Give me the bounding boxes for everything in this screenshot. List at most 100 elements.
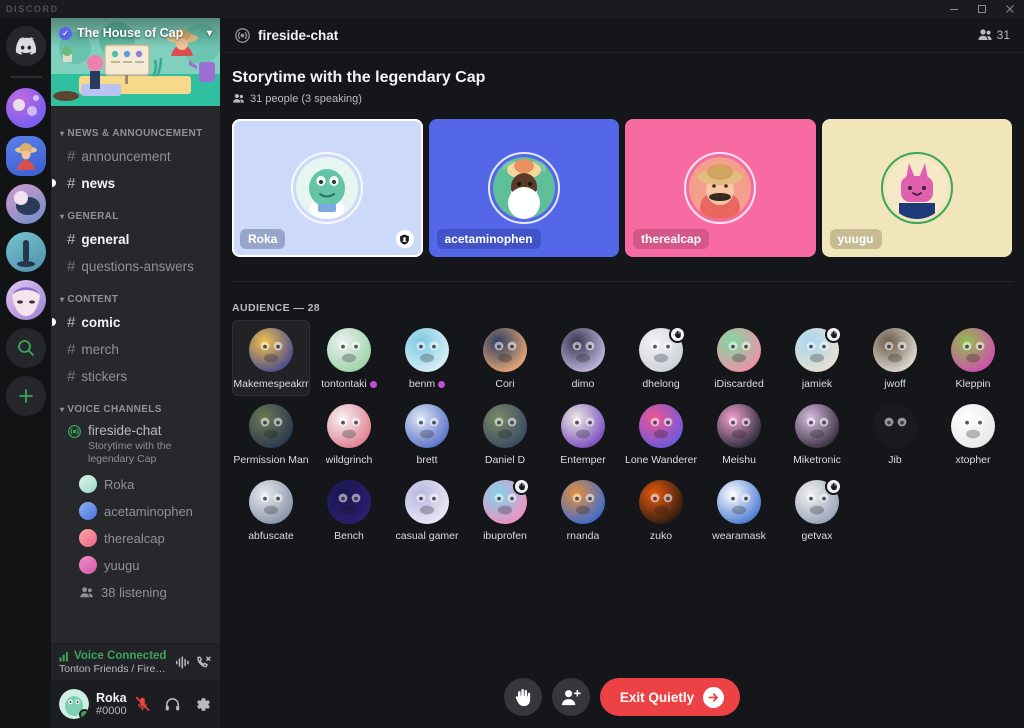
voice-participant-therealcap[interactable]: therealcap bbox=[73, 525, 212, 551]
user-panel: Roka #0000 bbox=[51, 680, 220, 728]
audience-member-benm[interactable]: benm bbox=[388, 320, 466, 396]
channel-announcement[interactable]: # announcement bbox=[59, 143, 212, 169]
noise-suppression-button[interactable] bbox=[173, 652, 190, 674]
arrow-right-icon bbox=[703, 686, 725, 708]
speaker-name: yuugu bbox=[829, 229, 882, 249]
audience-member-entemper[interactable]: Entemper bbox=[544, 396, 622, 472]
audience-member-getvax[interactable]: getvax bbox=[778, 472, 856, 548]
audience-member-miketronic[interactable]: Miketronic bbox=[778, 396, 856, 472]
audience-member-wildgrinch[interactable]: wildgrinch bbox=[310, 396, 388, 472]
stage-channel-icon bbox=[234, 27, 251, 44]
raise-hand-button[interactable] bbox=[503, 678, 542, 716]
audience-member-dimo[interactable]: dimo bbox=[544, 320, 622, 396]
audience-member-jib[interactable]: Jib bbox=[856, 396, 934, 472]
server-icon-5[interactable] bbox=[5, 280, 46, 320]
participant-name: therealcap bbox=[104, 530, 165, 546]
chevron-down-icon: ▾ bbox=[60, 295, 65, 304]
category-general[interactable]: ▾ GENERAL bbox=[51, 197, 220, 225]
speaking-ring bbox=[487, 152, 560, 224]
channel-questions-answers[interactable]: # questions-answers bbox=[59, 253, 212, 279]
channel-stickers[interactable]: # stickers bbox=[59, 363, 212, 389]
audience-member-jwoff[interactable]: jwoff bbox=[856, 320, 934, 396]
speaking-ring bbox=[684, 152, 757, 224]
minimize-button[interactable] bbox=[940, 0, 968, 18]
add-server-button[interactable] bbox=[5, 376, 46, 416]
server-banner[interactable]: ✓ The House of Cap ▾ bbox=[51, 18, 220, 106]
channel-news[interactable]: # news bbox=[52, 170, 212, 196]
maximize-button[interactable] bbox=[968, 0, 996, 18]
audience-member-label: benm bbox=[408, 378, 436, 390]
audience-member-abfuscate[interactable]: abfuscate bbox=[232, 472, 310, 548]
audience-member-ibuprofen[interactable]: ibuprofen bbox=[466, 472, 544, 548]
audience-member-jamiek[interactable]: jamiek bbox=[778, 320, 856, 396]
speaker-name: Roka bbox=[240, 229, 286, 249]
channel-label: news bbox=[81, 175, 116, 191]
avatar bbox=[483, 404, 527, 448]
audience-member-makemespeakrr[interactable]: Makemespeakrr bbox=[232, 320, 310, 396]
close-button[interactable] bbox=[996, 0, 1024, 18]
invite-to-stage-button[interactable] bbox=[551, 678, 590, 716]
speaker-card-acetaminophen[interactable]: acetaminophen bbox=[428, 119, 619, 257]
speaker-card-roka[interactable]: Roka bbox=[232, 119, 423, 257]
audience-member-xtopher[interactable]: xtopher bbox=[934, 396, 1012, 472]
channel-comic[interactable]: # comic bbox=[52, 309, 212, 335]
category-label: GENERAL bbox=[67, 211, 119, 222]
channel-merch[interactable]: # merch bbox=[59, 336, 212, 362]
audience-member-tontontaki[interactable]: tontontaki bbox=[310, 320, 388, 396]
audience-member-meishu[interactable]: Meishu bbox=[700, 396, 778, 472]
channel-label: comic bbox=[81, 314, 121, 330]
avatar-wrapper bbox=[327, 480, 371, 524]
server-icon-4[interactable] bbox=[5, 232, 46, 272]
exit-quietly-button[interactable]: Exit Quietly bbox=[599, 678, 741, 716]
chevron-down-icon: ▾ bbox=[60, 129, 65, 138]
main-content: fireside-chat 31 Storytime with the lege… bbox=[220, 18, 1024, 728]
speaker-card-therealcap[interactable]: therealcap bbox=[625, 119, 816, 257]
voice-listeners-count[interactable]: 38 listening bbox=[73, 579, 212, 605]
member-count-widget[interactable]: 31 bbox=[977, 27, 1010, 43]
voice-participant-acetaminophen[interactable]: acetaminophen bbox=[73, 498, 212, 524]
category-news-announcement[interactable]: ▾ NEWS & ANNOUNCEMENT bbox=[51, 114, 220, 142]
audience-member-casual-gamer[interactable]: casual gamer bbox=[388, 472, 466, 548]
home-button[interactable] bbox=[5, 26, 46, 66]
avatar[interactable] bbox=[59, 689, 89, 719]
server-avatar bbox=[5, 232, 46, 272]
raise-hand-icon bbox=[825, 326, 842, 343]
mute-microphone-button[interactable] bbox=[131, 691, 154, 717]
audience-member-dhelong[interactable]: dhelong bbox=[622, 320, 700, 396]
server-icon-the-house-of-cap[interactable] bbox=[5, 136, 46, 176]
deafen-button[interactable] bbox=[161, 691, 184, 717]
audience-member-wearamask[interactable]: wearamask bbox=[700, 472, 778, 548]
voice-participant-yuugu[interactable]: yuugu bbox=[73, 552, 212, 578]
avatar bbox=[483, 328, 527, 372]
audience-member-daniel-d[interactable]: Daniel D bbox=[466, 396, 544, 472]
category-voice-channels[interactable]: ▾ VOICE CHANNELS bbox=[51, 390, 220, 418]
audience-member-lone-wanderer[interactable]: Lone Wanderer bbox=[622, 396, 700, 472]
audience-member-rnanda[interactable]: rnanda bbox=[544, 472, 622, 548]
stage-participants-meta: 31 people (3 speaking) bbox=[232, 92, 1012, 105]
stage-channel-fireside-chat[interactable]: fireside-chat Storytime with the legenda… bbox=[59, 419, 212, 470]
avatar bbox=[639, 480, 683, 524]
user-settings-button[interactable] bbox=[192, 691, 215, 717]
audience-member-cori[interactable]: Cori bbox=[466, 320, 544, 396]
explore-servers-button[interactable] bbox=[5, 328, 46, 368]
audience-member-label: Kleppin bbox=[955, 378, 991, 390]
audience-member-name: Entemper bbox=[560, 454, 606, 466]
category-content[interactable]: ▾ CONTENT bbox=[51, 280, 220, 308]
chevron-down-icon[interactable]: ▾ bbox=[207, 28, 212, 39]
audience-member-name: ibuprofen bbox=[483, 530, 527, 542]
channel-list[interactable]: ▾ NEWS & ANNOUNCEMENT # announcement # n… bbox=[51, 106, 220, 643]
audience-member-kleppin[interactable]: Kleppin bbox=[934, 320, 1012, 396]
voice-participant-roka[interactable]: Roka bbox=[73, 471, 212, 497]
disconnect-call-button[interactable] bbox=[195, 652, 212, 674]
channel-general[interactable]: # general bbox=[59, 226, 212, 252]
server-icon-1[interactable] bbox=[5, 88, 46, 128]
audience-member-bench[interactable]: Bench bbox=[310, 472, 388, 548]
speaker-card-yuugu[interactable]: yuugu bbox=[821, 119, 1012, 257]
server-icon-3[interactable] bbox=[5, 184, 46, 224]
audience-member-label: Meishu bbox=[722, 454, 756, 466]
audience-member-idiscarded[interactable]: iDiscarded bbox=[700, 320, 778, 396]
server-header[interactable]: ✓ The House of Cap ▾ bbox=[51, 18, 220, 48]
audience-member-permission-man[interactable]: Permission Man bbox=[232, 396, 310, 472]
audience-member-zuko[interactable]: zuko bbox=[622, 472, 700, 548]
audience-member-brett[interactable]: brett bbox=[388, 396, 466, 472]
